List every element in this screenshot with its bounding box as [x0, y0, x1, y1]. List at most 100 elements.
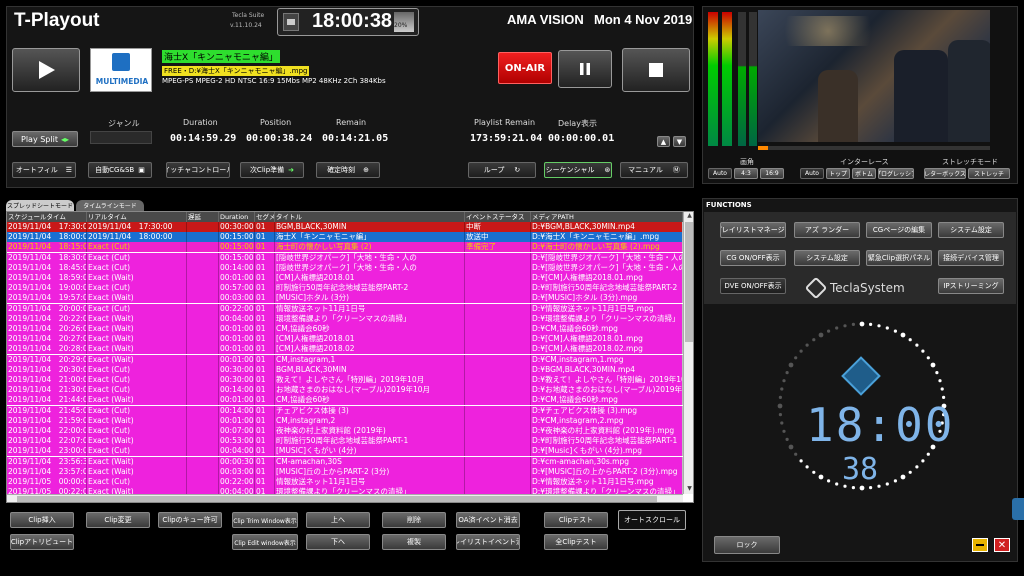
col-event-status[interactable]: イベントステータス	[465, 212, 531, 222]
table-row[interactable]: 2019/11/04 18:00:00 2019/11/04 18:00:00 00…	[7, 232, 683, 243]
manual-button[interactable]: マニュアル Ⓜ	[620, 162, 688, 178]
table-row[interactable]: 2019/11/04 23:56:30 Exact (Wait) 00:00:30 0…	[7, 456, 683, 467]
minimize-button[interactable]	[972, 538, 988, 552]
col-duration[interactable]: Duration	[219, 212, 255, 222]
table-row[interactable]: 2019/11/04 20:29:00 Exact (Wait) 00:01:00 0…	[7, 354, 683, 365]
switcher-button[interactable]: スイッチャコントロール⁞⁞	[166, 162, 230, 178]
sequential-button[interactable]: シーケンシャル ⊛	[544, 162, 612, 178]
interlace-prog-button[interactable]: プログレッシブ	[878, 168, 914, 179]
fn-dve-onoff-button[interactable]: DVE ON/OFF表示	[720, 278, 786, 294]
oa-event-delete-button[interactable]: OA済イベント消去	[456, 512, 520, 528]
scroll-up-small-button[interactable]: ▲	[657, 136, 670, 147]
fn-system-settings-2-button[interactable]: システム設定	[794, 250, 860, 266]
col-segment[interactable]: セグメ	[255, 212, 275, 222]
table-row[interactable]: 2019/11/04 19:57:00 Exact (Wait) 00:03:00 0…	[7, 293, 683, 304]
vscroll-down-icon[interactable]: ▼	[684, 485, 693, 494]
copy-button[interactable]: 複製	[382, 534, 446, 550]
interlace-top-button[interactable]: トップ	[826, 168, 850, 179]
fn-as-runder-button[interactable]: アズ ランダー	[794, 222, 860, 238]
aspect-43-button[interactable]: 4:3	[734, 168, 758, 179]
table-row[interactable]: 2019/11/04 23:57:00 Exact (Wait) 00:03:00 0…	[7, 466, 683, 477]
delete-button[interactable]: 削除	[382, 512, 446, 528]
table-row[interactable]: 2019/11/04 18:45:00 Exact (Cut) 00:14:00 01…	[7, 262, 683, 273]
autofill-button[interactable]: オートフィル ☰	[12, 162, 76, 178]
cell-delay	[187, 426, 219, 436]
clock-stop-icon[interactable]	[283, 13, 299, 31]
table-row[interactable]: 2019/11/04 21:59:00 Exact (Wait) 00:01:00 0…	[7, 415, 683, 426]
playlist-event-delete-button[interactable]: プレイリストイベント消去	[456, 534, 520, 550]
fn-cg-onoff-button[interactable]: CG ON/OFF表示	[720, 250, 786, 266]
table-row[interactable]: 2019/11/04 21:30:00 Exact (Cut) 00:14:00 01…	[7, 385, 683, 396]
fn-system-settings-button[interactable]: システム設定	[938, 222, 1004, 238]
vscroll-thumb[interactable]	[685, 222, 693, 342]
fn-cg-page-button[interactable]: CGページの編集	[866, 222, 932, 238]
onair-button[interactable]: ON-AIR	[498, 52, 552, 84]
col-delay[interactable]: 遅延	[187, 212, 219, 222]
fn-ip-streaming-button[interactable]: IPストリーミング	[938, 278, 1004, 294]
hscroll-thumb[interactable]	[17, 496, 657, 502]
clip-test-button[interactable]: Clipテスト	[544, 512, 608, 528]
interlace-auto-button[interactable]: Auto	[800, 168, 824, 179]
table-row[interactable]: 2019/11/04 21:00:00 Exact (Cut) 00:30:00 01…	[7, 375, 683, 385]
stretch-letterbox-button[interactable]: レターボックス	[924, 168, 966, 179]
up-button[interactable]: 上へ	[306, 512, 370, 528]
clip-queue-button[interactable]: Clipのキュー許可	[158, 512, 222, 528]
side-tab[interactable]	[1012, 498, 1024, 520]
table-row[interactable]: 2019/11/04 17:30:00 2019/11/04 17:30:00 00…	[7, 222, 683, 232]
tab-spreadsheet[interactable]: スプレッドシートモード	[6, 200, 74, 211]
cell-title: 教えて！よしやさん「特別編」2019年10月	[275, 375, 465, 385]
clip-trim-button[interactable]: Clip Trim Window表示	[232, 512, 298, 528]
remain-label: Remain	[336, 118, 367, 127]
clip-attr-button[interactable]: Clipアトリビュート	[10, 534, 74, 550]
stretch-stretch-button[interactable]: ストレッチ	[968, 168, 1010, 179]
table-row[interactable]: 2019/11/04 21:44:00 Exact (Wait) 00:01:00 0…	[7, 395, 683, 406]
table-row[interactable]: 2019/11/04 22:00:00 Exact (Cut) 00:07:00 01…	[7, 426, 683, 436]
table-row[interactable]: 2019/11/04 18:15:00 Exact (Cut) 00:15:00 01…	[7, 242, 683, 253]
table-row[interactable]: 2019/11/04 20:27:00 Exact (Wait) 00:01:00 0…	[7, 334, 683, 345]
table-row[interactable]: 2019/11/04 21:45:00 Exact (Cut) 00:14:00 01…	[7, 405, 683, 416]
table-row[interactable]: 2019/11/04 18:30:00 Exact (Cut) 00:15:00 01…	[7, 252, 683, 263]
table-row[interactable]: 2019/11/04 20:30:00 Exact (Cut) 00:30:00 01…	[7, 364, 683, 375]
all-clip-test-button[interactable]: 全Clipテスト	[544, 534, 608, 550]
cell-path: D:¥[CM]人権標語2018.01.mpg	[531, 273, 683, 283]
table-row[interactable]: 2019/11/04 22:07:00 Exact (Wait) 00:53:00 0…	[7, 436, 683, 447]
next-clip-button[interactable]: 次Clip準備 ➜	[240, 162, 304, 178]
play-button[interactable]	[12, 48, 80, 92]
play-split-button[interactable]: Play Split ◂▸	[12, 131, 78, 147]
table-vscroll[interactable]: ▲ ▼	[683, 212, 693, 494]
col-schedule[interactable]: スケジュールタイム	[7, 212, 87, 222]
table-row[interactable]: 2019/11/05 00:00:00 Exact (Cut) 00:22:00 01…	[7, 477, 683, 487]
clip-edit-button[interactable]: Clip Edit window表示	[232, 534, 298, 550]
table-row[interactable]: 2019/11/04 20:00:00 Exact (Cut) 00:22:00 01…	[7, 303, 683, 314]
interlace-bottom-button[interactable]: ボトム	[852, 168, 876, 179]
lock-button[interactable]: ロック	[714, 536, 780, 554]
table-row[interactable]: 2019/11/04 20:26:00 Exact (Wait) 00:01:00 0…	[7, 324, 683, 334]
table-hscroll[interactable]	[7, 494, 683, 502]
fn-emergency-clip-button[interactable]: 緊急Clip選択パネル	[866, 250, 932, 266]
col-realtime[interactable]: リアルタイム	[87, 212, 187, 222]
col-media-path[interactable]: メディアPATH	[531, 212, 683, 222]
tab-timeline[interactable]: タイムラインモード	[76, 200, 144, 211]
table-row[interactable]: 2019/11/04 23:00:00 Exact (Cut) 00:04:00 01…	[7, 446, 683, 457]
autoscroll-button[interactable]: オートスクロール	[618, 510, 686, 530]
down-button[interactable]: 下へ	[306, 534, 370, 550]
confirm-time-button[interactable]: 確定時刻 ⊕	[316, 162, 380, 178]
fn-playlist-manager-button[interactable]: プレイリストマネージャ	[720, 222, 786, 238]
pause-button[interactable]	[558, 50, 612, 88]
aspect-169-button[interactable]: 16:9	[760, 168, 784, 179]
table-row[interactable]: 2019/11/04 19:00:00 Exact (Cut) 00:57:00 01…	[7, 283, 683, 294]
close-button[interactable]: ✕	[994, 538, 1010, 552]
clip-change-button[interactable]: Clip変更	[86, 512, 150, 528]
loop-button[interactable]: ループ ↻	[468, 162, 536, 178]
clip-insert-button[interactable]: Clip挿入	[10, 512, 74, 528]
fn-device-manager-button[interactable]: 接続デバイス管理	[938, 250, 1004, 266]
table-row[interactable]: 2019/11/04 20:28:00 Exact (Wait) 00:01:00 0…	[7, 344, 683, 355]
aspect-auto-button[interactable]: Auto	[708, 168, 732, 179]
table-row[interactable]: 2019/11/04 18:59:00 Exact (Wait) 00:01:00 0…	[7, 273, 683, 283]
table-row[interactable]: 2019/11/04 20:22:00 Exact (Wait) 00:04:00 0…	[7, 313, 683, 324]
vscroll-up-icon[interactable]: ▲	[684, 212, 693, 221]
col-title[interactable]: タイトル	[275, 212, 465, 222]
scroll-down-small-button[interactable]: ▼	[673, 136, 686, 147]
stop-button[interactable]	[622, 48, 690, 92]
auto-cg-button[interactable]: 自動CG&SB ▣	[88, 162, 152, 178]
